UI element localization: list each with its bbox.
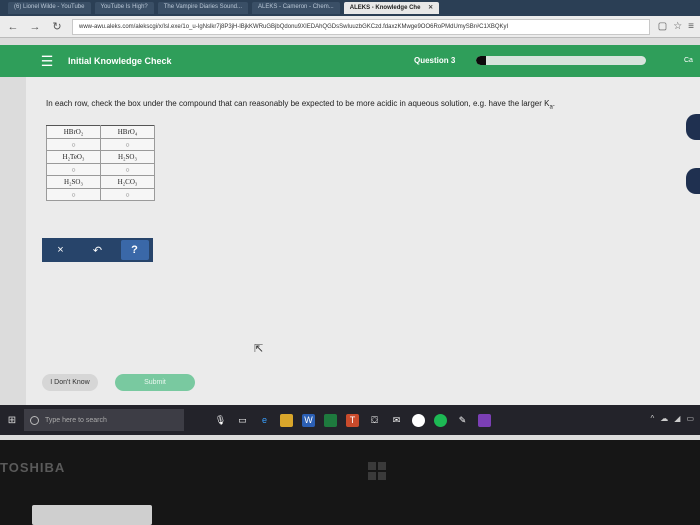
table-row: ○ ○ [46, 188, 155, 201]
question-prompt: In each row, check the box under the com… [46, 99, 555, 111]
tab-youtube-2[interactable]: YouTube Is High? [94, 2, 154, 14]
powerpoint-icon[interactable]: T [346, 413, 359, 427]
clear-button[interactable]: × [47, 244, 75, 256]
compound-label: H₂SO₃ [46, 175, 101, 189]
tab-vampire-diaries[interactable]: The Vampire Diaries Sound... [157, 2, 249, 14]
edge-browser-icon[interactable]: e [258, 414, 271, 427]
notifications-icon[interactable]: ▭ [686, 414, 694, 423]
help-button[interactable]: ? [120, 240, 149, 260]
hamburger-menu-icon[interactable]: ☰ [32, 53, 62, 70]
question-panel: In each row, check the box under the com… [26, 77, 700, 412]
question-number: Question 3 [414, 56, 456, 65]
address-bar: ← → ↻ www-awu.aleks.com/alekscgi/x/Isl.e… [0, 16, 700, 38]
chrome-icon[interactable] [412, 413, 425, 427]
windows-logo-icon [368, 462, 386, 480]
radio-button[interactable]: ○ [100, 163, 155, 176]
page-title: Initial Knowledge Check [68, 56, 172, 66]
tab-aleks-knowledge-label: ALEKS - Knowledge Che [349, 5, 421, 11]
microphone-icon[interactable]: 🎙 [214, 414, 227, 427]
volume-icon[interactable]: ◢ [674, 414, 680, 423]
undo-button[interactable]: ↶ [84, 244, 112, 257]
hub-menu-icon[interactable]: ≡ [688, 21, 694, 32]
taskbar-apps: 🎙 ▭ e W T ⛋ ✉ ✎ [214, 413, 491, 427]
compound-label: H₂CO₃ [100, 175, 155, 189]
onenote-icon[interactable] [478, 413, 491, 427]
compound-label: H₂SO₃ [100, 150, 155, 164]
word-icon[interactable]: W [302, 413, 315, 427]
submit-button[interactable]: Submit [115, 374, 195, 391]
question-text-end: . [552, 99, 556, 108]
table-row: H₂SO₃ H₂CO₃ [46, 175, 155, 189]
header-right-label: Ca [684, 57, 693, 64]
search-placeholder: Type here to search [45, 416, 107, 424]
url-input[interactable]: www-awu.aleks.com/alekscgi/x/Isl.exe/1o_… [72, 18, 650, 35]
compound-label: HBrO₄ [100, 125, 155, 139]
excel-icon[interactable] [324, 413, 337, 427]
onedrive-icon[interactable]: ☁ [660, 414, 668, 423]
system-tray: ^ ☁ ◢ ▭ [651, 414, 694, 423]
reading-view-icon[interactable]: ▢ [658, 21, 667, 32]
tab-aleks-knowledge[interactable]: ALEKS - Knowledge Che ✕ [343, 2, 440, 14]
forward-icon[interactable]: → [28, 21, 42, 33]
file-explorer-icon[interactable] [280, 413, 293, 427]
tab-aleks-cameron[interactable]: ALEKS - Cameron - Chem... [252, 2, 340, 14]
radio-button[interactable]: ○ [100, 138, 155, 151]
compound-label: HBrO₂ [46, 125, 101, 139]
side-tab-upper[interactable] [686, 114, 700, 140]
windows-taskbar: ⊞ Type here to search 🎙 ▭ e W T ⛋ ✉ ✎ ^ … [0, 405, 700, 435]
windows-start-icon[interactable]: ⊞ [0, 415, 24, 426]
browser-tab-bar: (6) Lionel Wilde - YouTube YouTube Is Hi… [0, 0, 700, 16]
table-row: ○ ○ [46, 163, 155, 176]
table-row: HBrO₂ HBrO₄ [46, 125, 155, 139]
table-row: H₂TeO₃ H₂SO₃ [46, 150, 155, 164]
tab-youtube[interactable]: (6) Lionel Wilde - YouTube [8, 2, 91, 14]
radio-button[interactable]: ○ [46, 138, 101, 151]
dont-know-button[interactable]: I Don't Know [42, 374, 98, 391]
laptop-sticker [32, 505, 152, 525]
close-tab-icon[interactable]: ✕ [428, 5, 433, 11]
progress-indicator [476, 56, 487, 65]
aleks-header: ☰ Initial Knowledge Check Question 3 Ca [0, 45, 700, 77]
answer-table: HBrO₂ HBrO₄ ○ ○ H₂TeO₃ H₂SO₃ ○ ○ H₂SO₃ H… [46, 125, 155, 201]
show-hidden-icons-icon[interactable]: ^ [651, 414, 655, 423]
screen: (6) Lionel Wilde - YouTube YouTube Is Hi… [0, 0, 700, 440]
refresh-icon[interactable]: ↻ [50, 20, 64, 33]
table-row: ○ ○ [46, 138, 155, 151]
task-view-icon[interactable]: ▭ [236, 414, 249, 427]
side-tab-lower[interactable] [686, 168, 700, 194]
tools-icon[interactable]: ✎ [456, 414, 469, 427]
favorite-star-icon[interactable]: ☆ [673, 21, 682, 32]
taskbar-search[interactable]: Type here to search [24, 409, 184, 431]
answer-toolbar: × ↶ ? [42, 238, 153, 262]
laptop-brand: TOSHIBA [0, 460, 66, 475]
progress-fill [476, 56, 646, 65]
back-icon[interactable]: ← [6, 21, 20, 33]
radio-button[interactable]: ○ [46, 188, 101, 201]
radio-button[interactable]: ○ [100, 188, 155, 201]
spotify-icon[interactable] [434, 413, 447, 427]
mail-icon[interactable]: ✉ [390, 414, 403, 427]
cortana-icon [30, 415, 39, 425]
compound-label: H₂TeO₃ [46, 150, 101, 164]
mouse-cursor-icon: ⇱ [254, 343, 264, 355]
question-text: In each row, check the box under the com… [46, 99, 550, 108]
progress-bar [476, 56, 646, 65]
store-icon[interactable]: ⛋ [368, 414, 381, 427]
radio-button[interactable]: ○ [46, 163, 101, 176]
